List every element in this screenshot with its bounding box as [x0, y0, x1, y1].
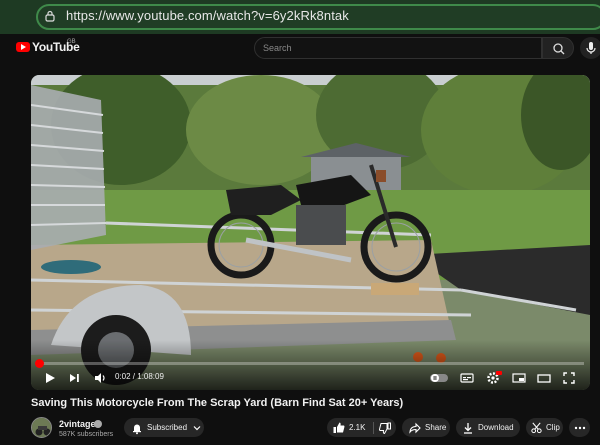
subscribed-button[interactable]: Subscribed [124, 418, 204, 437]
url-text[interactable]: https://www.youtube.com/watch?v=6y2kRk8n… [66, 8, 349, 23]
bell-icon [133, 424, 141, 434]
subscribed-label: Subscribed [147, 423, 188, 432]
scrubber-handle[interactable] [35, 359, 44, 368]
verified-icon [94, 420, 102, 428]
like-divider [373, 421, 375, 434]
video-player[interactable]: 0:02 / 1:08:09 [31, 75, 590, 390]
channel-name[interactable]: 2vintage [59, 419, 96, 429]
mic-icon [586, 42, 596, 54]
autoplay-toggle[interactable] [429, 372, 449, 384]
time-display: 0:02 / 1:08:09 [115, 372, 164, 381]
download-icon [464, 422, 472, 434]
video-title: Saving This Motorcycle From The Scrap Ya… [31, 397, 404, 409]
subtitles-icon[interactable] [460, 371, 474, 385]
search-input[interactable] [254, 37, 542, 59]
channel-avatar[interactable] [31, 417, 52, 438]
share-button[interactable]: Share [402, 418, 450, 437]
clip-label: Clip [546, 423, 560, 432]
youtube-play-icon [16, 42, 30, 52]
controls-overlay [31, 340, 590, 390]
volume-icon[interactable] [93, 371, 107, 385]
share-label: Share [425, 423, 447, 432]
subscriber-count: 587K subscribers [59, 431, 114, 438]
dislike-icon[interactable] [378, 421, 392, 435]
more-icon [574, 426, 585, 429]
country-code: GB [67, 39, 76, 45]
voice-search-button[interactable] [580, 37, 600, 59]
avatar-image [32, 418, 51, 437]
download-button[interactable]: Download [456, 418, 520, 437]
settings-icon[interactable] [486, 371, 502, 385]
fullscreen-icon[interactable] [562, 371, 576, 385]
progress-bar[interactable] [37, 362, 584, 365]
search-icon [553, 43, 565, 55]
search-placeholder: Search [263, 43, 292, 53]
play-icon[interactable] [43, 371, 57, 385]
clip-button[interactable]: Clip [526, 418, 563, 437]
theater-icon[interactable] [537, 371, 551, 385]
like-count: 2.1K [349, 423, 366, 432]
like-dislike-group: 2.1K [327, 418, 396, 437]
like-icon[interactable] [332, 421, 346, 435]
more-actions-button[interactable] [569, 418, 590, 437]
next-icon[interactable] [67, 371, 81, 385]
download-label: Download [478, 423, 514, 432]
search-button[interactable] [542, 37, 574, 59]
lock-icon [45, 10, 55, 22]
chevron-down-icon [193, 425, 201, 430]
scissors-icon [531, 422, 542, 434]
miniplayer-icon[interactable] [512, 371, 526, 385]
share-icon [409, 422, 421, 434]
